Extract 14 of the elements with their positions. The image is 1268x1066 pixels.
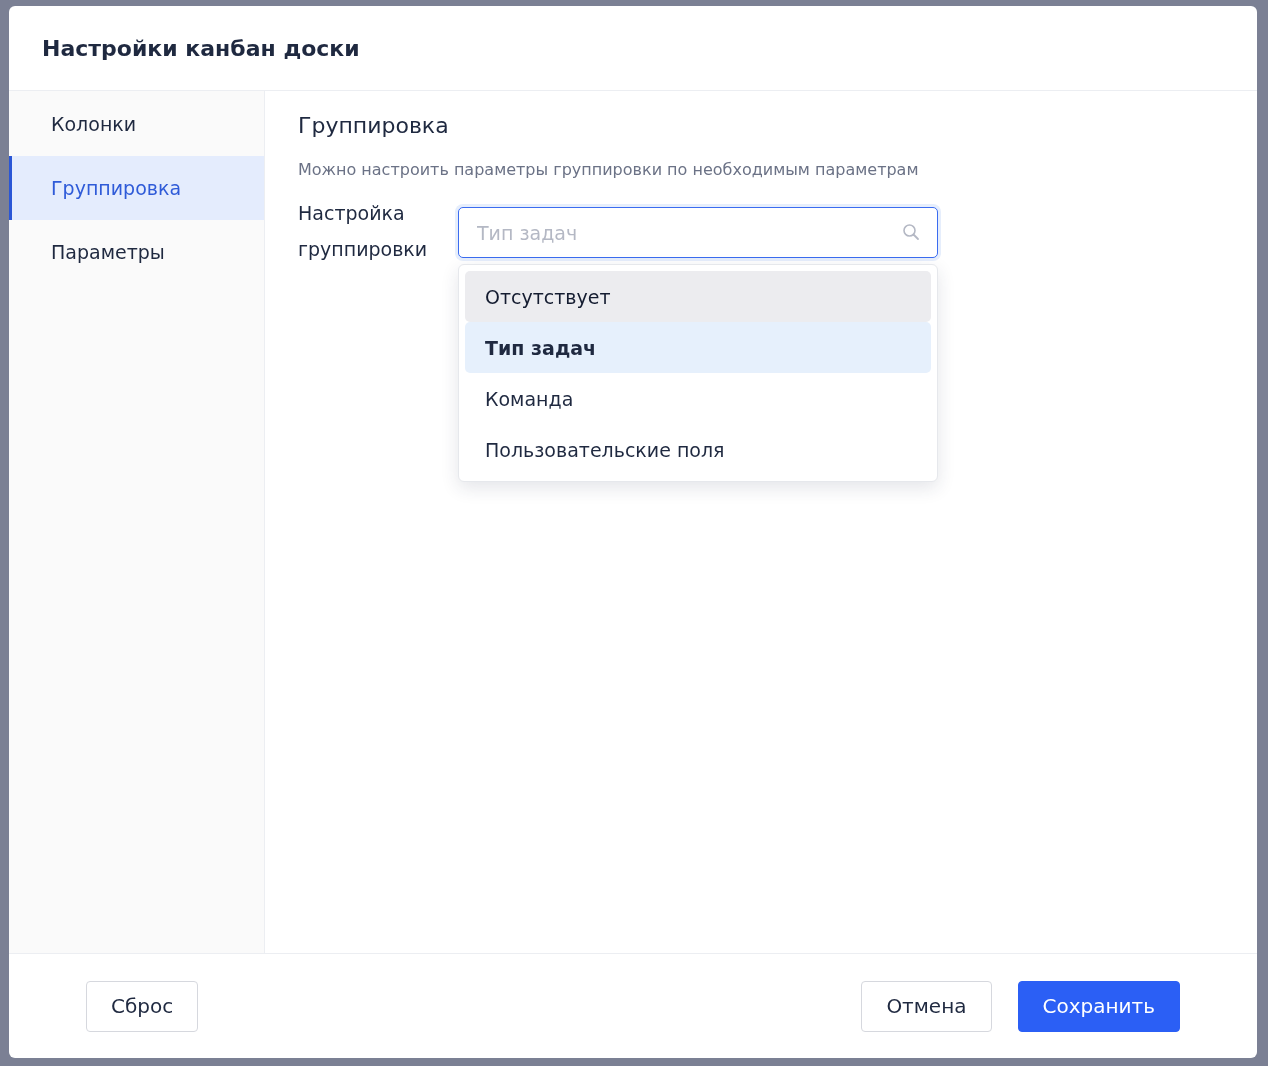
dropdown-option[interactable]: Тип задач	[465, 322, 931, 373]
search-icon	[902, 223, 920, 241]
dialog-title: Настройки канбан доски	[42, 35, 360, 61]
save-button[interactable]: Сохранить	[1017, 980, 1180, 1032]
select-field[interactable]: Тип задач	[458, 207, 938, 258]
sidebar-item[interactable]: Параметры	[9, 220, 264, 284]
dropdown-option[interactable]: Отсутствует	[465, 271, 931, 322]
sidebar-item[interactable]: Колонки	[9, 92, 264, 156]
sidebar-item[interactable]: Группировка	[9, 156, 264, 220]
secondary-button[interactable]: Сброс	[86, 980, 199, 1032]
secondary-button[interactable]: Отмена	[861, 980, 992, 1032]
section-description: Можно настроить параметры группировки по необходимым параметрам	[298, 160, 920, 179]
section-title: Группировка	[298, 113, 450, 138]
field-label: Настройка группировки	[298, 201, 429, 262]
